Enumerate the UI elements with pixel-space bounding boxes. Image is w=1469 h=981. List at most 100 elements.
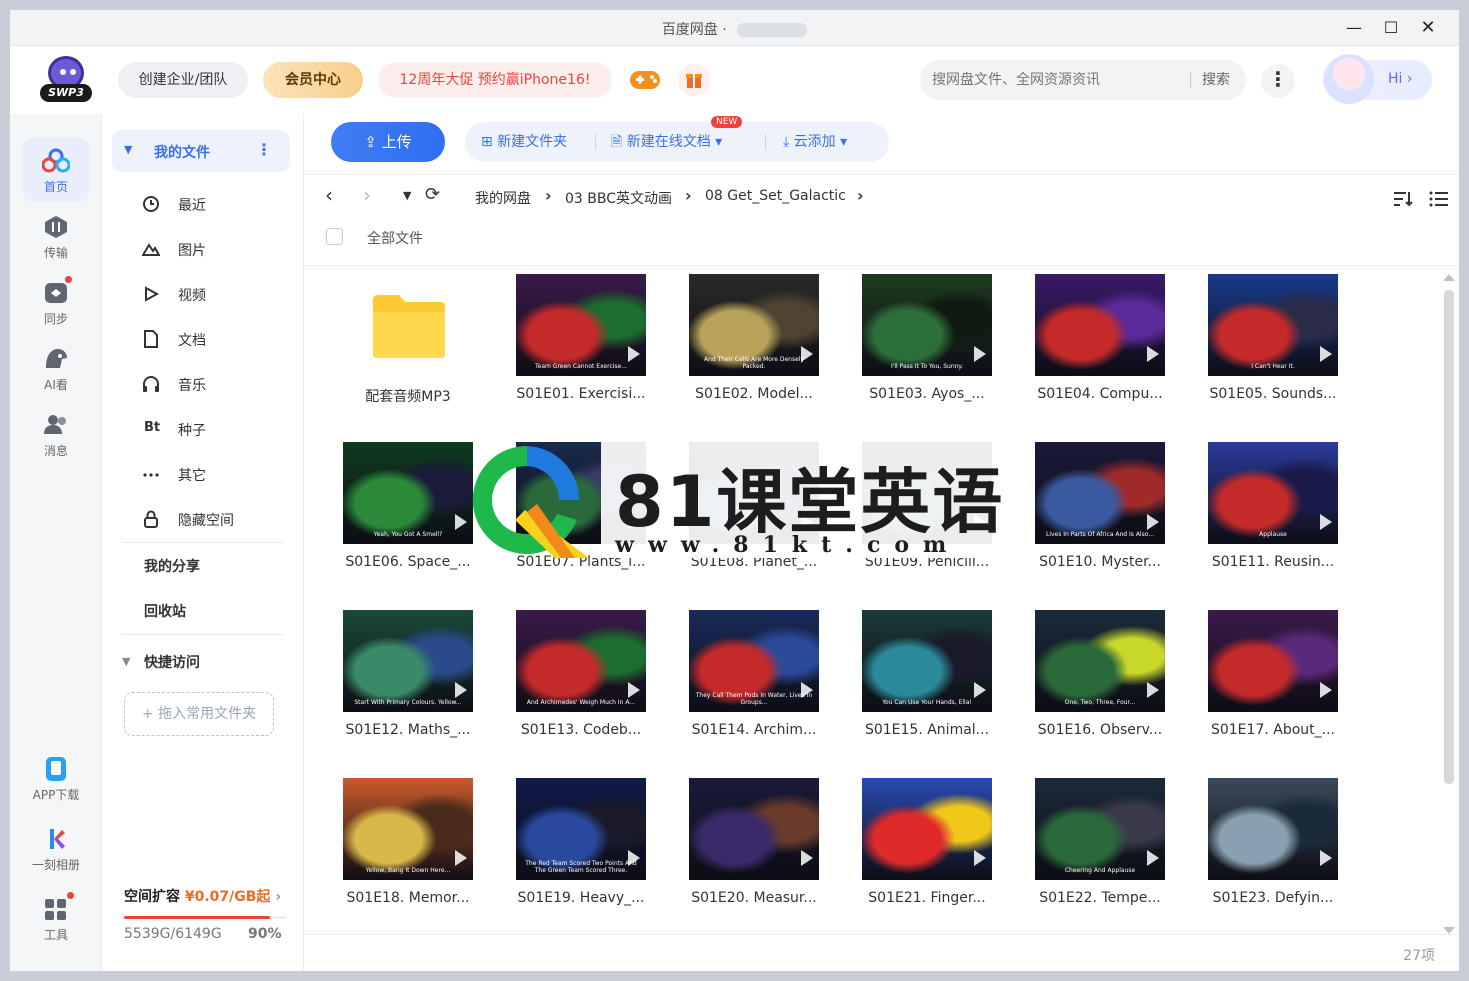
video-file-item[interactable]: And Their Cells Are More Densely Packed.… [679, 274, 829, 424]
sidebar-label-music: 音乐 [178, 378, 206, 394]
quick-access-label: 快捷访问 [144, 655, 200, 671]
close-button[interactable]: ✕ [1415, 16, 1441, 40]
blurred-account-name [737, 23, 808, 37]
kebab-icon[interactable]: ⋮ [256, 140, 272, 159]
user-avatar-logo[interactable]: SWP3 [40, 56, 92, 102]
select-all-checkbox[interactable] [326, 228, 343, 245]
rail-label-home: 首页 [43, 180, 68, 194]
video-file-item[interactable]: S01E20. Measur... [679, 778, 829, 928]
video-file-item[interactable]: S01E17. About_... [1198, 610, 1348, 760]
list-view-icon[interactable] [1429, 190, 1449, 208]
video-file-item[interactable]: S01E08. Planet_... [679, 442, 829, 592]
video-file-item[interactable]: S01E04. Compu... [1025, 274, 1175, 424]
rail-item-ai[interactable]: AI看 [23, 336, 89, 400]
rail-item-album[interactable]: 一刻相册 [23, 816, 89, 880]
breadcrumb-item[interactable]: 03 BBC英文动画 [565, 188, 672, 208]
new-doc-button[interactable]: 🗎 新建在线文档 ▾ [611, 122, 722, 162]
file-name: S01E10. Myster... [1039, 554, 1161, 570]
minimize-button[interactable]: — [1341, 16, 1367, 40]
sidebar-my-share[interactable]: 我的分享 [144, 556, 200, 576]
video-file-item[interactable]: And Archimedes' Weigh Much In A... S01E13… [506, 610, 656, 760]
toolbar-sep [765, 122, 766, 162]
sidebar-my-files[interactable]: ▼ 我的文件 ⋮ [112, 130, 290, 172]
video-file-item[interactable]: Yellow, Bang It Down Here... S01E18. Memo… [333, 778, 483, 928]
sidebar-label-videos: 视频 [178, 288, 206, 304]
video-thumbnail: Cheering And Applause [1035, 778, 1165, 880]
back-arrow-icon[interactable]: ‹ [325, 183, 333, 207]
quick-access-dropzone[interactable]: + 拖入常用文件夹 [124, 692, 274, 736]
search-button[interactable]: 搜索 [1202, 60, 1230, 100]
video-subtitle: And Their Cells Are More Densely Packed. [703, 356, 805, 370]
cloud-add-button[interactable]: ⤓ 云添加 ▾ [783, 122, 847, 162]
sidebar-label-images: 图片 [178, 243, 206, 259]
video-file-item[interactable]: S01E21. Finger... [852, 778, 1002, 928]
refresh-icon[interactable]: ⟳ [425, 184, 440, 205]
quota-bar [124, 916, 286, 919]
video-file-item[interactable]: I'll Pass It To You, Sunny. S01E03. Ayos_… [852, 274, 1002, 424]
file-name: S01E02. Model... [695, 386, 813, 402]
folder-item[interactable]: 配套音频MP3 [333, 274, 483, 424]
file-name: S01E09. Penicill... [864, 554, 990, 570]
hi-assistant-button[interactable]: Hi › [1322, 54, 1432, 104]
new-folder-button[interactable]: ⊞ 新建文件夹 [481, 122, 567, 162]
rail-item-message[interactable]: 消息 [23, 402, 89, 466]
breadcrumb-item[interactable]: 我的网盘 [475, 188, 531, 208]
maximize-button[interactable]: ☐ [1378, 16, 1404, 40]
video-file-item[interactable]: Yeah, You Got A Smell? S01E06. Space_... [333, 442, 483, 592]
album-icon [50, 829, 65, 849]
video-subtitle: Team Green Cannot Exercise... [535, 363, 627, 370]
gift-icon[interactable] [678, 64, 710, 96]
item-count: 27项 [1403, 948, 1435, 964]
headphones-icon [143, 376, 159, 392]
storage-quota[interactable]: 空间扩容 ¥0.07/GB起 › 5539G/6149G 90% [124, 886, 294, 942]
sidebar-divider [122, 634, 284, 635]
rail-item-app-download[interactable]: APP下载 [23, 746, 89, 810]
rail-item-home[interactable]: 首页 [23, 138, 89, 202]
rail-item-tools[interactable]: 工具 [23, 886, 89, 950]
folder-icon [373, 295, 445, 358]
rail-label-album: 一刻相册 [31, 858, 80, 872]
gamepad-icon[interactable] [628, 66, 662, 94]
breadcrumb-current[interactable]: 08 Get_Set_Galactic [705, 188, 846, 204]
file-name: S01E13. Codeb... [520, 722, 642, 738]
upload-button[interactable]: ⇪ 上传 [331, 122, 445, 162]
rail-item-sync[interactable]: 同步 [23, 270, 89, 334]
sidebar-recycle[interactable]: 回收站 [144, 601, 186, 621]
video-file-item[interactable]: S01E23. Defyin... [1198, 778, 1348, 928]
video-file-item[interactable]: Lives In Parts Of Africa And Is Also... S… [1025, 442, 1175, 592]
forward-arrow-icon[interactable]: › [363, 183, 371, 207]
caret-down-icon[interactable]: ▼ [124, 143, 132, 156]
sort-icon[interactable] [1393, 190, 1413, 208]
video-file-item[interactable]: One, Two, Three, Four... S01E16. Observ..… [1025, 610, 1175, 760]
rail-label-message: 消息 [43, 444, 68, 458]
scroll-down-arrow[interactable] [1443, 927, 1455, 934]
video-subtitle: Start With Primary Colours, Yellow... [354, 699, 462, 706]
history-dropdown-icon[interactable]: ▼ [403, 189, 411, 202]
file-name: S01E06. Space_... [345, 554, 471, 570]
video-file-item[interactable]: S01E09. Penicill... [852, 442, 1002, 592]
video-file-item[interactable]: They Call Them Pods In Water, Lives In G… [679, 610, 829, 760]
more-dots-icon [143, 473, 159, 477]
video-file-item[interactable]: Team Green Cannot Exercise... S01E01. Exe… [506, 274, 656, 424]
search-input[interactable] [932, 60, 1182, 100]
create-team-button[interactable]: 创建企业/团队 [118, 62, 248, 98]
video-file-item[interactable]: Applause S01E11. Reusin... [1198, 442, 1348, 592]
vip-center-button[interactable]: 会员中心 [263, 62, 363, 98]
more-menu-button[interactable]: ⋮ [1261, 64, 1295, 98]
video-file-item[interactable]: Cheering And Applause S01E22. Tempe... [1025, 778, 1175, 928]
caret-down-icon[interactable]: ▼ [122, 655, 130, 668]
video-file-item[interactable]: I Can't Hear It. S01E05. Sounds... [1198, 274, 1348, 424]
video-file-item[interactable]: The Red Team Scored Two Points And The G… [506, 778, 656, 928]
video-subtitle: Yellow, Bang It Down Here... [365, 867, 451, 874]
promo-banner[interactable]: 12周年大促 预约赢iPhone16! [378, 62, 612, 98]
video-file-item[interactable]: You Can Use Your Hands, Ella! S01E15. Ani… [852, 610, 1002, 760]
scroll-thumb[interactable] [1444, 290, 1454, 784]
video-file-item[interactable]: Start With Primary Colours, Yellow... S01… [333, 610, 483, 760]
play-icon [628, 514, 640, 530]
video-file-item[interactable]: S01E07. Plants_i... [506, 442, 656, 592]
search-separator [1190, 72, 1191, 88]
rail-item-transfer[interactable]: 传输 [23, 204, 89, 268]
scroll-up-arrow[interactable] [1443, 274, 1455, 281]
chevron-down-icon: ▾ [710, 134, 723, 150]
vertical-scrollbar[interactable] [1443, 274, 1455, 934]
